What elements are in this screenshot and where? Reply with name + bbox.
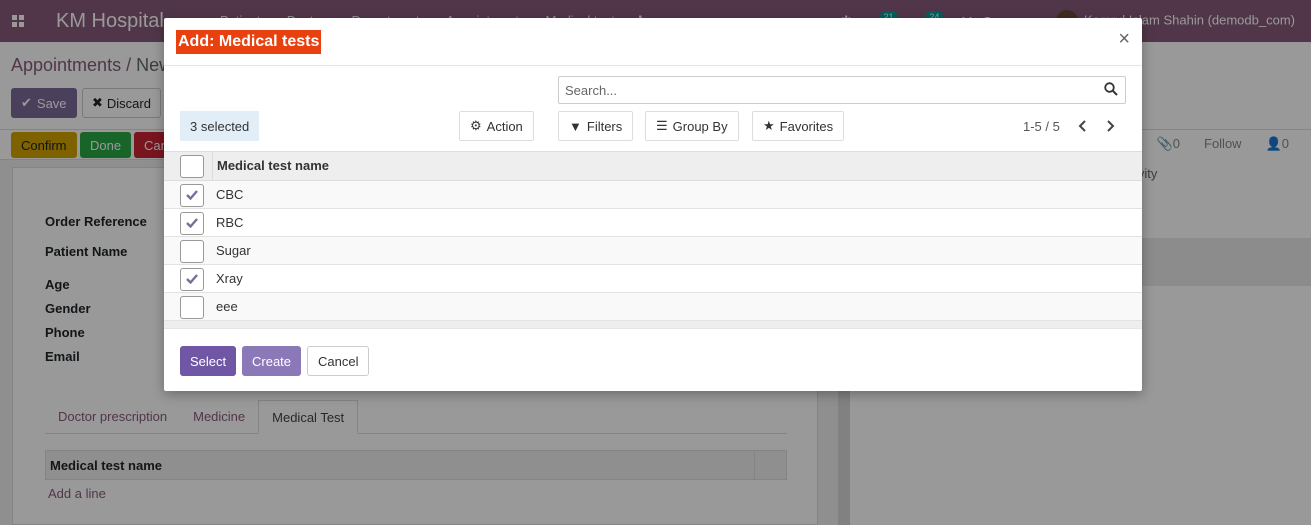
row-checkbox[interactable] bbox=[180, 296, 204, 319]
table-row[interactable]: Sugar bbox=[164, 237, 1142, 265]
modal-title: Add: Medical tests bbox=[176, 30, 322, 54]
list-body: CBC RBC Sugar Xray eee bbox=[164, 181, 1142, 321]
select-button[interactable]: Select bbox=[180, 346, 237, 376]
row-checkbox[interactable] bbox=[180, 212, 204, 235]
table-row[interactable]: Xray bbox=[164, 265, 1142, 293]
search-icon[interactable] bbox=[1104, 82, 1120, 98]
cell-medical-test-name: Xray bbox=[216, 271, 243, 286]
select-all-checkbox[interactable] bbox=[180, 155, 204, 178]
cell-medical-test-name: Sugar bbox=[216, 243, 251, 258]
checkmark-icon bbox=[186, 188, 198, 203]
filters-button[interactable]: ▼ Filters bbox=[558, 111, 634, 141]
star-icon: ★ bbox=[763, 118, 775, 133]
list-header: Medical test name bbox=[164, 151, 1142, 181]
group-by-label: Group By bbox=[672, 118, 728, 134]
chevron-right-icon[interactable] bbox=[1100, 116, 1120, 136]
favorites-button[interactable]: ★ Favorites bbox=[752, 111, 845, 141]
create-button[interactable]: Create bbox=[242, 346, 302, 376]
add-medical-tests-dialog: Add: Medical tests × 3 selected ⚙Action … bbox=[164, 18, 1142, 391]
table-row[interactable]: eee bbox=[164, 293, 1142, 321]
close-icon[interactable]: × bbox=[1118, 28, 1130, 51]
row-checkbox[interactable] bbox=[180, 240, 204, 263]
table-row[interactable]: CBC bbox=[164, 181, 1142, 209]
cancel-button[interactable]: Cancel bbox=[307, 346, 370, 376]
cell-medical-test-name: eee bbox=[216, 299, 238, 314]
search-input[interactable] bbox=[559, 77, 1089, 103]
action-label: Action bbox=[486, 118, 523, 134]
table-row[interactable]: RBC bbox=[164, 209, 1142, 237]
cell-medical-test-name: CBC bbox=[216, 187, 244, 202]
checkmark-icon bbox=[186, 216, 198, 231]
records-list: Medical test name CBC RBC Sugar Xray eee bbox=[164, 151, 1142, 329]
favorites-label: Favorites bbox=[779, 118, 834, 134]
checkmark-icon bbox=[186, 272, 198, 287]
pager-value[interactable]: 1-5 / 5 bbox=[1023, 111, 1060, 141]
cell-medical-test-name: RBC bbox=[216, 215, 244, 230]
filters-label: Filters bbox=[586, 118, 623, 134]
bars-icon: ☰ bbox=[656, 118, 668, 133]
modal-footer: Select Create Cancel bbox=[164, 328, 1142, 391]
modal-header: Add: Medical tests × bbox=[164, 18, 1142, 66]
row-checkbox[interactable] bbox=[180, 268, 204, 291]
search-box bbox=[558, 76, 1126, 104]
group-by-button[interactable]: ☰ Group By bbox=[645, 111, 739, 141]
action-button[interactable]: ⚙ Action bbox=[459, 111, 534, 141]
selected-count: 3 selected bbox=[180, 111, 260, 141]
gear-icon: ⚙ bbox=[470, 118, 482, 133]
row-checkbox[interactable] bbox=[180, 184, 204, 207]
column-header-medical-test-name[interactable]: Medical test name bbox=[212, 152, 1142, 180]
filter-icon: ▼ bbox=[569, 118, 582, 134]
chevron-left-icon[interactable] bbox=[1073, 116, 1093, 136]
